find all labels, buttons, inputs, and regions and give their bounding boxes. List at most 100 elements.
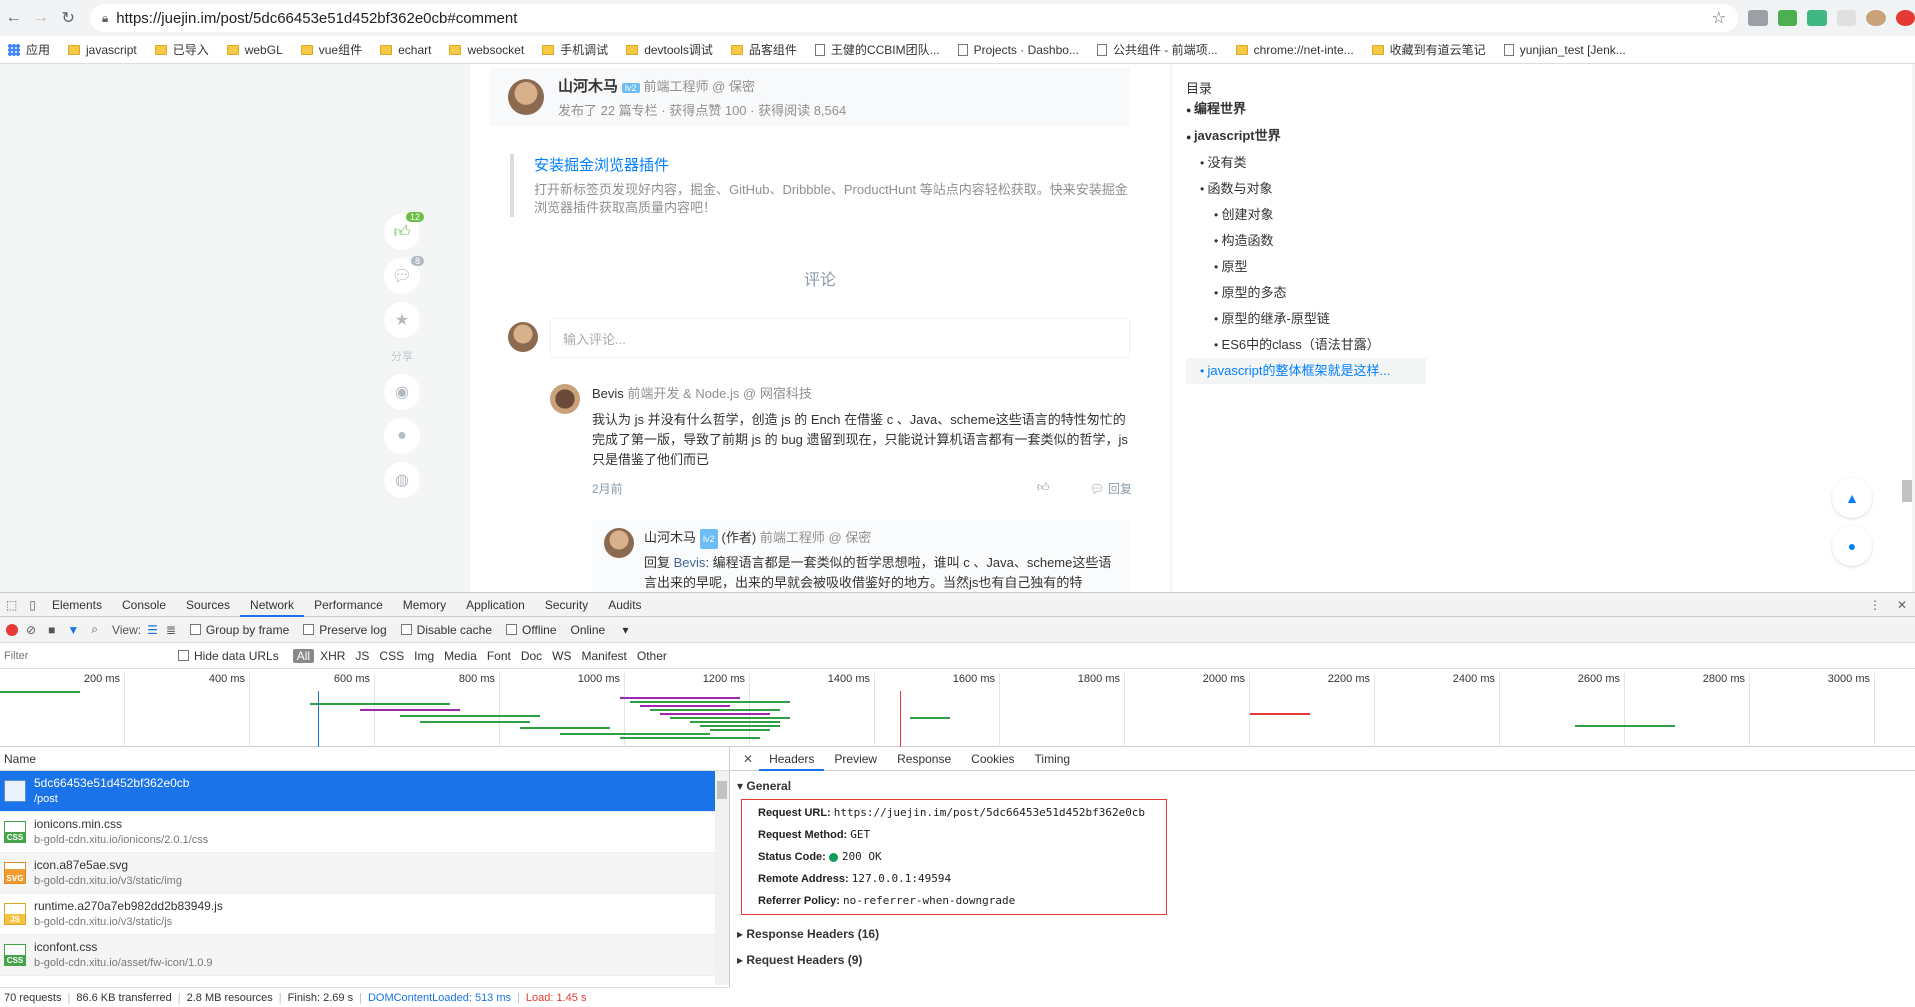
comment-reply-button[interactable]: 💬︎ 回复 [1089,480,1132,497]
author-name[interactable]: 山河木马 [558,78,618,95]
disable-cache-checkbox[interactable]: Disable cache [400,623,492,637]
tab-application[interactable]: Application [456,593,535,617]
bookmark-item[interactable]: 手机调试 [542,41,608,58]
filter-type-media[interactable]: Media [440,649,481,663]
record-icon[interactable] [6,623,18,636]
comment-input[interactable]: 输入评论... [550,318,1130,358]
tab-performance[interactable]: Performance [304,593,393,617]
detail-tab-headers[interactable]: Headers [759,747,825,771]
request-row[interactable]: CSS ionicons.min.css b-gold-cdn.xitu.io/io… [0,812,729,853]
large-rows-icon[interactable]: ☰ [147,623,158,637]
toc-item[interactable]: • 原型的多态 [1186,280,1426,306]
author-card[interactable]: 山河木马 lv2 前端工程师 @ 保密 发布了 22 篇专栏 · 获得点赞 100 … [490,68,1130,126]
tab-network[interactable]: Network [240,593,305,617]
preserve-log-checkbox[interactable]: Preserve log [303,623,387,637]
request-row[interactable]: 5dc66453e51d452bf362e0cb/post [0,771,729,812]
toc-item[interactable]: ● javascript世界 [1186,123,1426,150]
bookmark-item[interactable]: javascript [68,43,137,57]
detail-tab-preview[interactable]: Preview [824,747,887,771]
share-wechat-button[interactable]: ◍ [384,462,420,498]
back-icon[interactable]: ← [0,4,27,32]
device-toolbar-icon[interactable]: ▯ [23,598,42,612]
plugin-link[interactable]: 安装掘金浏览器插件 [534,154,1130,175]
profile-avatar-icon[interactable] [1866,10,1886,26]
bookmark-item[interactable]: 品客组件 [730,41,797,58]
filter-type-img[interactable]: Img [410,649,438,663]
bookmark-item[interactable]: Projects · Dashbo... [957,43,1079,57]
offline-checkbox[interactable]: Offline [506,623,557,637]
filter-type-js[interactable]: JS [351,649,373,663]
back-to-top-button[interactable]: ▲ [1832,478,1872,518]
share-qq-button[interactable]: ● [384,418,420,454]
close-detail-icon[interactable]: ✕ [737,747,759,771]
screenshot-icon[interactable]: ■ [48,623,55,637]
name-column-header[interactable]: Name [0,747,729,771]
comment-like-icon[interactable]: 👍︎ [1037,480,1050,497]
throttle-select[interactable]: Online ▾ [571,623,629,637]
tab-sources[interactable]: Sources [176,593,240,617]
filter-type-manifest[interactable]: Manifest [578,649,631,663]
page-scrollbar-thumb[interactable] [1902,480,1912,502]
request-row[interactable]: JS runtime.a270a7eb982dd2b83949.js b-gold-… [0,894,729,935]
author-avatar[interactable] [508,79,544,115]
toc-item[interactable]: • 原型的继承-原型链 [1186,306,1426,332]
toc-item[interactable]: • 原型 [1186,254,1426,280]
filter-type-ws[interactable]: WS [548,649,575,663]
toc-item[interactable]: • 创建对象 [1186,202,1426,228]
waterfall-icon[interactable]: ≣ [166,623,176,637]
like-button[interactable]: 👍︎ 12 [384,212,424,250]
bookmark-item[interactable]: 王健的CCBIM团队... [814,41,940,58]
extension-icon[interactable] [1748,10,1768,26]
filter-icon[interactable]: ▼ [67,623,79,637]
commenter-avatar[interactable] [550,384,580,414]
filter-type-xhr[interactable]: XHR [316,649,349,663]
vue-devtools-icon[interactable] [1807,10,1827,26]
bookmark-item[interactable]: devtools调试 [626,41,713,58]
bookmark-item[interactable]: webGL [226,43,283,57]
extension-icon[interactable] [1895,10,1915,26]
toc-item[interactable]: • 函数与对象 [1186,176,1426,202]
tab-audits[interactable]: Audits [598,593,651,617]
comment-button[interactable]: 💬︎ 8 [384,256,424,294]
search-icon[interactable]: ⌕ [91,622,98,637]
bookmark-star-icon[interactable]: ☆ [1712,8,1726,28]
clear-icon[interactable]: ⊘ [26,623,36,637]
filter-type-css[interactable]: CSS [375,649,408,663]
filter-type-font[interactable]: Font [483,649,515,663]
request-row[interactable]: CSS iconfont.css b-gold-cdn.xitu.io/asset/… [0,935,729,976]
tab-security[interactable]: Security [535,593,598,617]
request-headers-section[interactable]: ▸ Request Headers (9) [731,949,1915,971]
response-headers-section[interactable]: ▸ Response Headers (16) [731,923,1915,945]
tab-memory[interactable]: Memory [393,593,456,617]
bookmark-item[interactable]: vue组件 [300,41,362,58]
reply-avatar[interactable] [604,528,634,558]
filter-type-other[interactable]: Other [633,649,671,663]
toc-item[interactable]: • 没有类 [1186,150,1426,176]
extension-icon[interactable] [1836,10,1857,26]
commenter-name[interactable]: Bevis [592,386,624,401]
reply-to-link[interactable]: Bevis [674,555,706,570]
request-list-scrollbar[interactable] [715,771,729,985]
detail-tab-cookies[interactable]: Cookies [961,747,1024,771]
inspect-icon[interactable]: ⬚ [0,598,23,612]
tab-console[interactable]: Console [112,593,176,617]
share-weibo-button[interactable]: ◉ [384,374,420,410]
feedback-button[interactable]: ● [1832,526,1872,566]
toc-item[interactable]: • ES6中的class（语法甘露） [1186,332,1426,358]
bookmark-item[interactable]: 公共组件 - 前端项... [1096,41,1218,58]
hide-data-urls-checkbox[interactable]: Hide data URLs [178,649,279,663]
filter-input[interactable] [4,646,164,665]
filter-type-all[interactable]: All [292,648,315,663]
bookmark-item[interactable]: echart [380,43,431,57]
toc-item[interactable]: • javascript的整体框架就是这样... [1186,358,1426,384]
bookmark-item[interactable]: chrome://net-inte... [1235,43,1354,57]
toc-item[interactable]: • 构造函数 [1186,228,1426,254]
extension-icon[interactable] [1777,10,1798,26]
tab-elements[interactable]: Elements [42,593,112,617]
address-bar[interactable]: 🔒︎ https://juejin.im/post/5dc66453e51d45… [89,4,1739,32]
detail-tab-response[interactable]: Response [887,747,961,771]
collect-button[interactable]: ★ [384,302,420,338]
bookmark-item[interactable]: websocket [449,43,524,57]
close-devtools-icon[interactable]: ✕ [1889,598,1915,612]
bookmark-item[interactable]: yunjian_test [Jenk... [1503,43,1626,57]
